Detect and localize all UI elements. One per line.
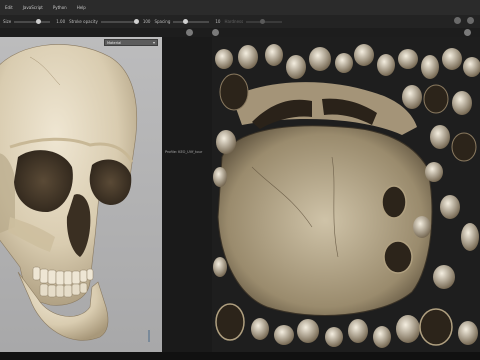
size-value[interactable]: 1.00: [56, 19, 65, 24]
material-dropdown[interactable]: Material: [104, 39, 158, 46]
toolbar-icons: [454, 17, 474, 24]
spacing-slider[interactable]: [173, 18, 210, 24]
size-slider-knob[interactable]: [36, 18, 42, 24]
hardness-label: Hardness: [224, 19, 244, 24]
viewport-2d-uv[interactable]: [212, 37, 480, 352]
size-slider[interactable]: [14, 18, 51, 24]
viewport-splitter[interactable]: [162, 37, 212, 352]
menu-python[interactable]: Python: [53, 5, 67, 10]
material-dropdown-value: Material: [107, 40, 122, 45]
status-bar: [0, 352, 480, 360]
layout-icon[interactable]: [454, 17, 461, 24]
opacity-slider-knob[interactable]: [133, 18, 139, 24]
menu-edit[interactable]: Edit: [5, 5, 13, 10]
viewport-toolbar: [0, 28, 480, 37]
settings-icon[interactable]: [467, 17, 474, 24]
uv-texture-render: [212, 37, 480, 352]
environment-icon[interactable]: [464, 29, 471, 36]
opacity-value[interactable]: 100: [143, 19, 151, 24]
viewport-3d[interactable]: Material: [0, 37, 163, 352]
spacing-label: Spacing: [154, 19, 171, 24]
axis-gizmo-icon[interactable]: [148, 330, 150, 342]
camera-icon[interactable]: [186, 29, 193, 36]
menu-javascript[interactable]: JavaScript: [23, 5, 43, 10]
opacity-slider[interactable]: [100, 18, 139, 24]
hardness-slider[interactable]: [246, 18, 283, 24]
menu-help[interactable]: Help: [77, 5, 86, 10]
hardness-slider-knob[interactable]: [260, 18, 266, 24]
profile-label: Profile: KEO_UVf_tour: [165, 150, 203, 154]
spacing-slider-knob[interactable]: [183, 18, 189, 24]
skull-render: [0, 44, 138, 341]
size-label: Size: [3, 19, 12, 24]
opacity-label: Stroke opacity: [69, 19, 98, 24]
menu-bar: Edit JavaScript Python Help: [0, 0, 480, 15]
display-icon[interactable]: [212, 29, 219, 36]
chevron-down-icon: [153, 42, 155, 44]
tool-options-bar: Size 1.00 Stroke opacity 100 Spacing 10 …: [0, 15, 480, 28]
spacing-value[interactable]: 10: [215, 19, 220, 24]
